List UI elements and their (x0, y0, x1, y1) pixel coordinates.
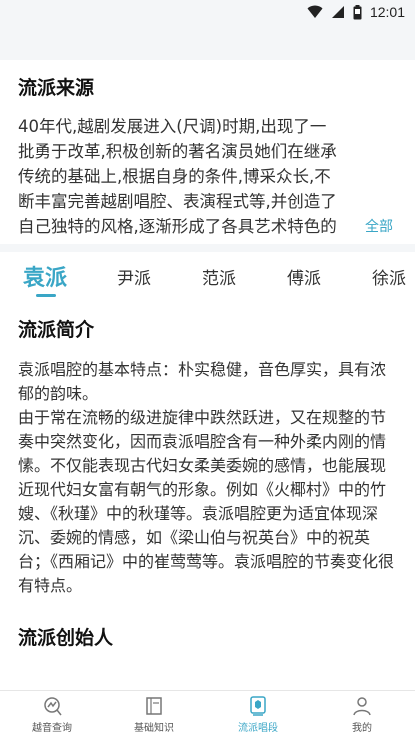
status-bar: 12:01 (0, 0, 415, 24)
nav-item-mine[interactable]: 我的 (322, 695, 402, 734)
origin-title: 流派来源 (18, 77, 95, 99)
intro-title: 流派简介 (18, 319, 95, 341)
tab-yuan[interactable]: 袁派 (23, 260, 67, 292)
founder-title: 流派创始人 (18, 627, 114, 649)
tab-yin[interactable]: 尹派 (117, 264, 151, 289)
nav-label-query: 越音查询 (32, 723, 72, 734)
book-icon (146, 697, 162, 715)
signal-icon (331, 6, 344, 18)
bottom-nav: 越音查询 基础知识 流派唱段 我的 (0, 690, 415, 737)
origin-body: 40年代,越剧发展进入(尺调)时期,出现了一批勇于改革,积极创新的著名演员她们在… (18, 117, 337, 236)
nav-label-mine: 我的 (352, 723, 372, 734)
nav-label-schools: 流派唱段 (238, 723, 278, 734)
search-chart-icon (44, 697, 62, 716)
status-icons: 12:01 (307, 4, 405, 20)
intro-body: 袁派唱腔的基本特点：朴实稳健，音色厚实，具有浓郁的韵味。由于常在流畅的级进旋律中… (18, 358, 397, 598)
nav-item-basics[interactable]: 基础知识 (114, 695, 194, 734)
show-all-link[interactable]: 全部 (361, 216, 393, 236)
intro-paragraph: 由于常在流畅的级进旋律中跌然跃进，又在规整的节奏中突然变化，因而袁派唱腔含有一种… (18, 408, 395, 595)
intro-paragraph: 袁派唱腔的基本特点：朴实稳健，音色厚实，具有浓郁的韵味。 (18, 360, 387, 403)
origin-card: 流派来源 40年代,越剧发展进入(尺调)时期,出现了一批勇于改革,积极创新的著名… (0, 60, 415, 248)
status-time: 12:01 (369, 4, 405, 20)
section-divider (0, 244, 415, 252)
tab-fan[interactable]: 范派 (202, 264, 236, 289)
user-icon (353, 697, 371, 716)
header-background (0, 24, 415, 60)
nav-label-basics: 基础知识 (134, 723, 174, 734)
tab-fu[interactable]: 傅派 (287, 264, 321, 289)
active-tab-indicator (36, 294, 56, 297)
wifi-icon (307, 5, 323, 18)
nav-item-schools[interactable]: 流派唱段 (218, 695, 298, 734)
tab-xu[interactable]: 徐派 (372, 264, 406, 289)
nav-item-query[interactable]: 越音查询 (12, 695, 92, 734)
battery-icon (353, 4, 362, 19)
school-badge-icon (250, 696, 266, 716)
school-tabs: 袁派 尹派 范派 傅派 徐派 (0, 252, 415, 308)
school-content[interactable]: 流派简介 袁派唱腔的基本特点：朴实稳健，音色厚实，具有浓郁的韵味。由于常在流畅的… (0, 318, 415, 694)
